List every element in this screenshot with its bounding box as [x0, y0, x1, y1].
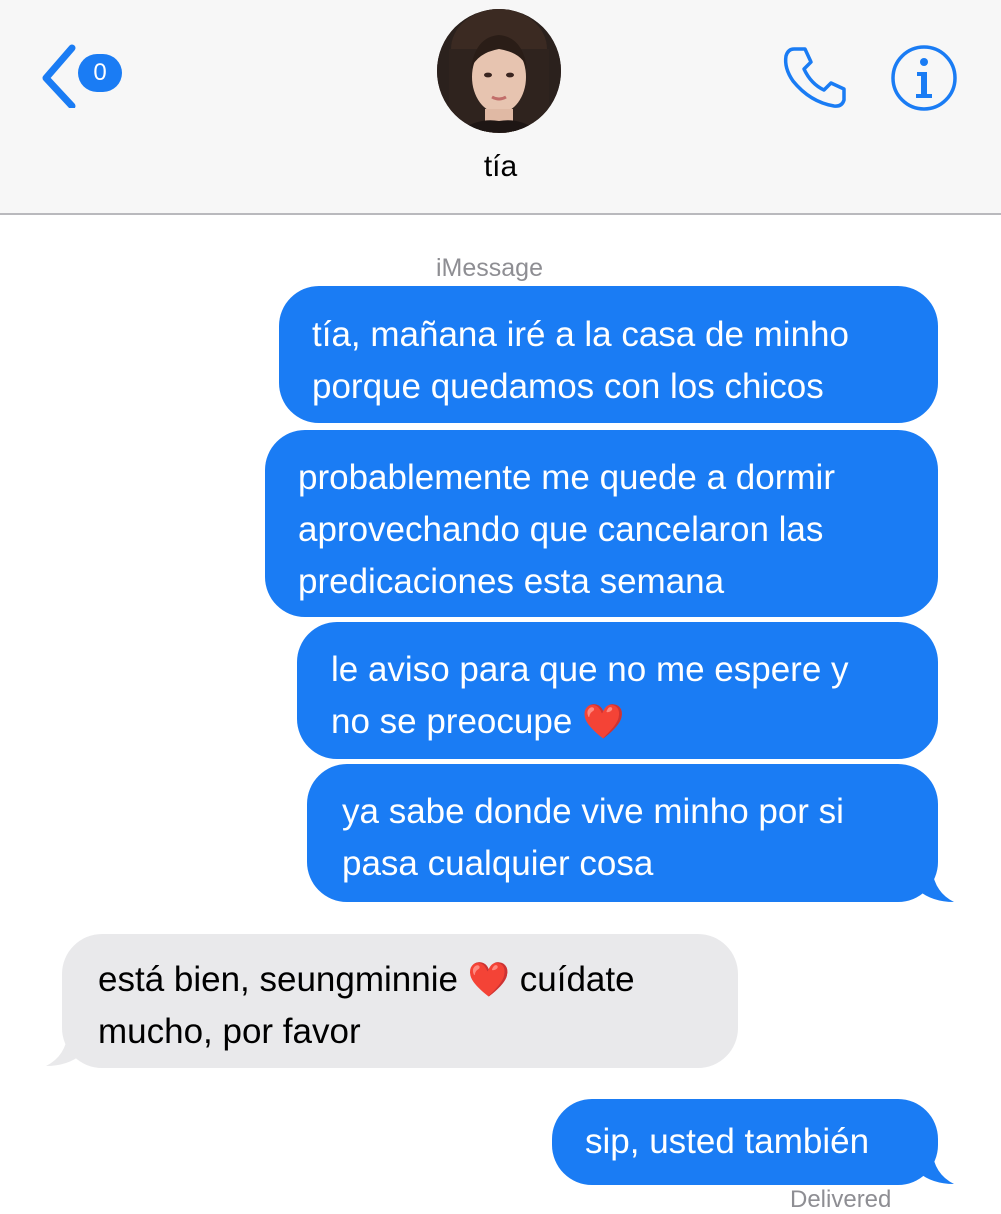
service-label: iMessage — [436, 254, 543, 282]
chevron-left-icon — [42, 44, 76, 108]
message-line-with-heart: no se preocupe ❤️ — [331, 696, 938, 748]
message-bubble-outgoing[interactable]: probablemente me quede a dormir aprovech… — [265, 430, 938, 617]
message-bubble-outgoing[interactable]: tía, mañana iré a la casa de minho porqu… — [279, 286, 938, 423]
message-line: le aviso para que no me espere y — [331, 650, 849, 689]
message-line: predicaciones esta semana — [298, 562, 725, 601]
delivered-status: Delivered — [790, 1186, 892, 1213]
bubble-tail — [46, 1032, 82, 1066]
message-text: está bien, seungminnie — [98, 960, 468, 999]
contact-name[interactable]: tía — [0, 150, 1001, 184]
heart-emoji: ❤️ — [582, 703, 625, 741]
message-line: sip, usted también — [585, 1122, 870, 1161]
conversation-header: 0 tía — [0, 0, 1001, 215]
info-button[interactable] — [890, 44, 958, 112]
message-text: no se preocupe — [331, 702, 583, 741]
contact-photo — [437, 9, 561, 133]
bubble-tail — [918, 1150, 954, 1184]
message-text: cuídate — [510, 960, 635, 999]
info-icon — [891, 45, 957, 111]
message-bubble-outgoing[interactable]: sip, usted también — [552, 1099, 938, 1185]
message-line: ya sabe donde vive minho por si — [342, 792, 844, 831]
message-line-with-heart: está bien, seungminnie ❤️ cuídate — [98, 954, 738, 1006]
bubble-tail — [918, 868, 954, 902]
back-button[interactable]: 0 — [38, 40, 128, 110]
call-button[interactable] — [780, 44, 850, 110]
message-line: porque quedamos con los chicos — [312, 367, 824, 406]
unread-count-badge: 0 — [78, 54, 122, 92]
message-bubble-incoming[interactable]: está bien, seungminnie ❤️ cuídate mucho,… — [62, 934, 738, 1068]
message-bubble-outgoing[interactable]: le aviso para que no me espere y no se p… — [297, 622, 938, 759]
message-line: aprovechando que cancelaron las — [298, 510, 824, 549]
heart-emoji: ❤️ — [467, 961, 511, 999]
message-line: tía, mañana iré a la casa de minho — [312, 315, 849, 354]
phone-icon — [783, 47, 846, 108]
avatar[interactable] — [437, 9, 561, 133]
message-line: pasa cualquier cosa — [342, 844, 654, 883]
message-bubble-outgoing[interactable]: ya sabe donde vive minho por si pasa cua… — [307, 764, 938, 902]
message-line: probablemente me quede a dormir — [298, 458, 835, 497]
message-line: mucho, por favor — [98, 1012, 361, 1051]
